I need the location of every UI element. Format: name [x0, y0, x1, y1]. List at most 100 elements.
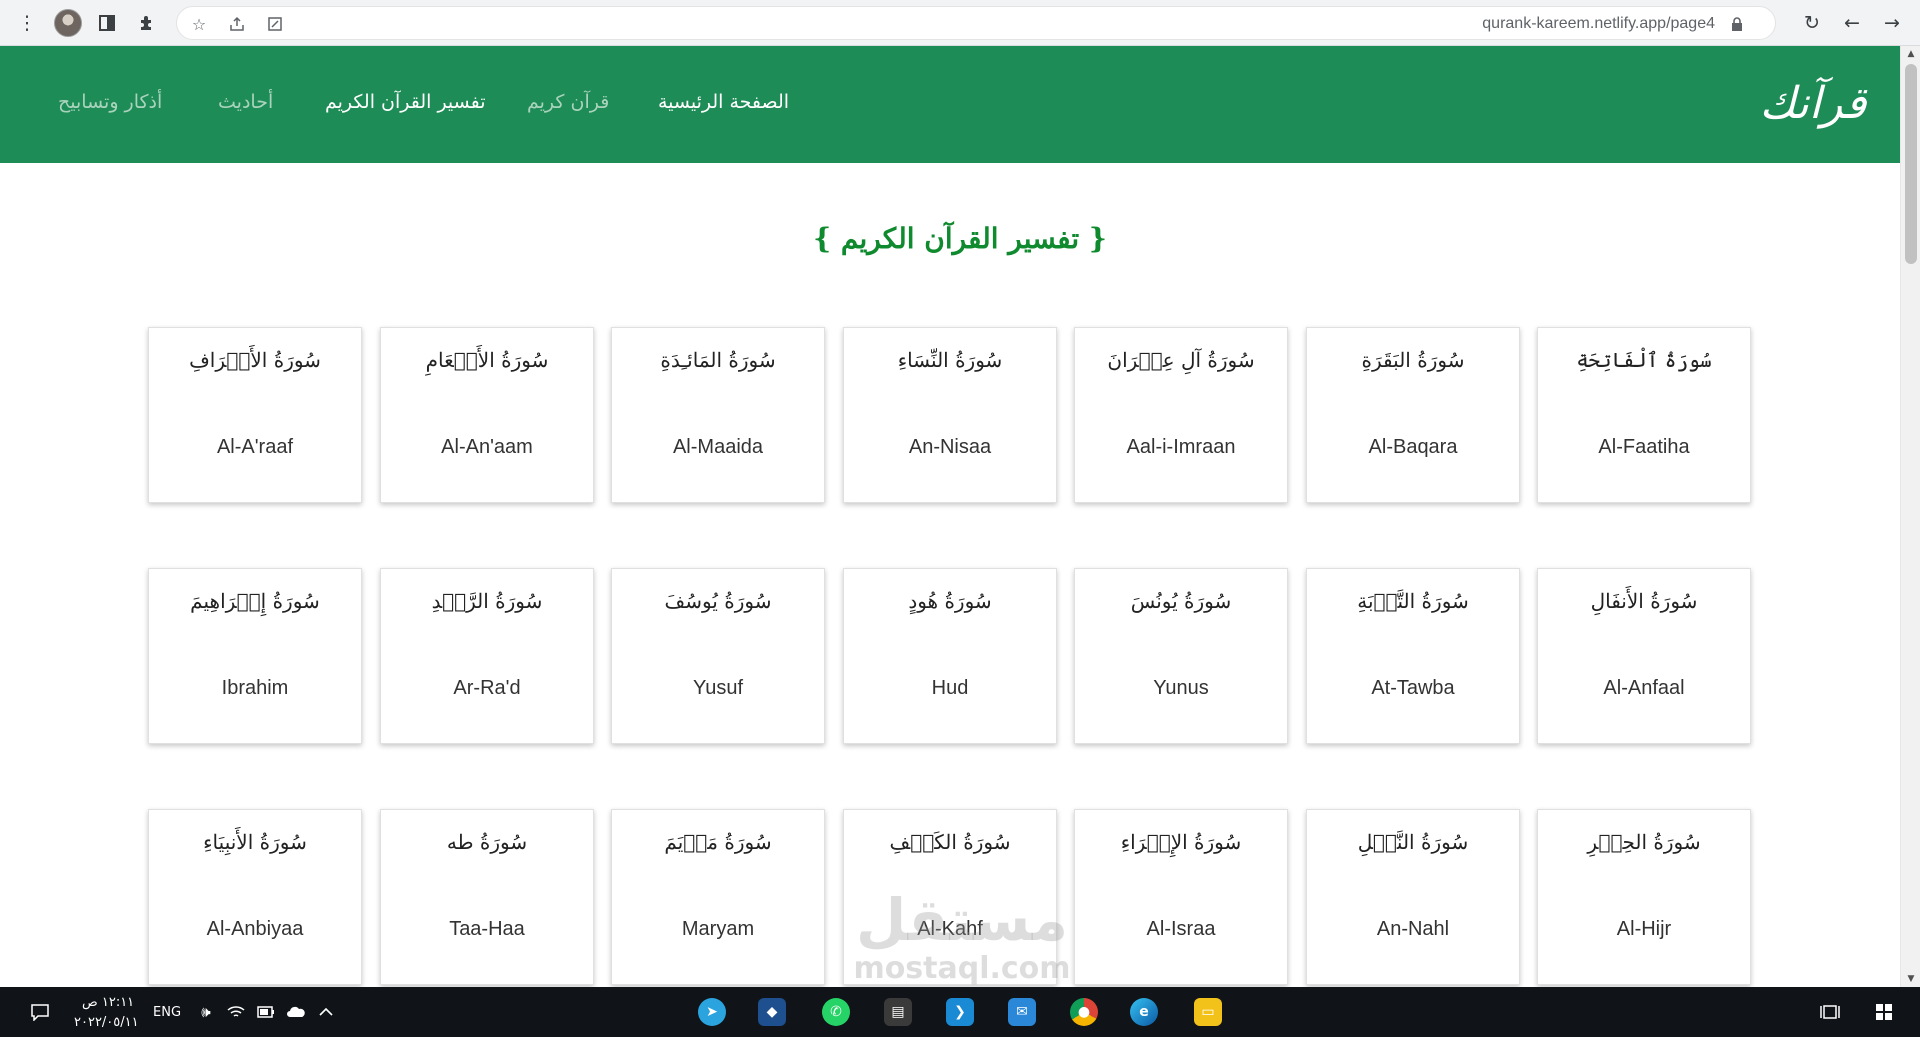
back-icon[interactable]: ← — [1838, 9, 1866, 37]
nav-tafsir[interactable]: تفسير القرآن الكريم — [325, 91, 486, 113]
surah-card[interactable]: سُورَةُ الرَّعۡدِ Ar-Ra'd — [380, 568, 594, 744]
scroll-thumb[interactable] — [1905, 64, 1917, 264]
forward-icon[interactable]: → — [1878, 9, 1906, 37]
chrome-icon[interactable]: ● — [1070, 998, 1098, 1026]
surah-english-name: Taa-Haa — [449, 918, 525, 940]
vscode-icon[interactable]: ❯ — [946, 998, 974, 1026]
surah-card[interactable]: سُورَةُ هُودٍ Hud — [843, 568, 1057, 744]
surah-card[interactable]: سُورَةُ يُوسُفَ Yusuf — [611, 568, 825, 744]
surah-card[interactable]: سُورَةُ إِبۡرَاهِيمَ Ibrahim — [148, 568, 362, 744]
page-title: { تفسير القرآن الكريم } — [813, 222, 1107, 255]
surah-english-name: At-Tawba — [1371, 677, 1455, 699]
windows-start-icon[interactable] — [1868, 996, 1900, 1028]
nav-hadith[interactable]: أحاديث — [218, 91, 273, 113]
onedrive-icon[interactable] — [280, 996, 312, 1028]
nav-azkar[interactable]: أذكار وتسابيح — [58, 91, 162, 113]
surah-card[interactable]: سُورَةُ التَّوۡبَةِ At-Tawba — [1306, 568, 1520, 744]
surah-english-name: Al-Baqara — [1368, 436, 1458, 458]
surah-arabic-name: سُورَةُ يُوسُفَ — [664, 589, 772, 613]
page-scrollbar[interactable]: ▲ ▼ — [1900, 46, 1920, 987]
surah-card[interactable]: سُورَةُ النِّسَاءِ An-Nisaa — [843, 327, 1057, 503]
taskbar-date[interactable]: ٢٠٢٢/٠٥/١١ — [74, 1015, 139, 1030]
edge-icon[interactable]: e — [1130, 998, 1158, 1026]
surah-arabic-name: سُورَةُ التَّوۡبَةِ — [1357, 589, 1469, 613]
virtualbox-icon[interactable]: ◆ — [758, 998, 786, 1026]
nav-quran[interactable]: قرآن كريم — [527, 91, 609, 113]
address-bar[interactable]: ☆ qurank-kareem.netlify.app/page4 — [176, 6, 1776, 40]
surah-card[interactable]: سُورَةُ الأَنۡعَامِ Al-An'aam — [380, 327, 594, 503]
battery-icon[interactable] — [250, 996, 282, 1028]
surah-card[interactable]: سُورَةُ الإِسۡرَاءِ Al-Israa — [1074, 809, 1288, 985]
surah-card[interactable]: سُورَةُ الأَعۡرَافِ Al-A'raaf — [148, 327, 362, 503]
notes-icon[interactable]: ▤ — [884, 998, 912, 1026]
bookmark-star-icon[interactable]: ☆ — [185, 10, 213, 38]
taskbar-time[interactable]: ١٢:١١ ص — [82, 995, 134, 1010]
profile-avatar[interactable] — [54, 9, 82, 37]
lock-icon[interactable] — [1723, 10, 1751, 38]
surah-arabic-name: سُورَةُ الكَهۡفِ — [889, 830, 1011, 854]
site-logo[interactable]: قرآنك — [1758, 64, 1868, 144]
surah-arabic-name: سُورَةُ النِّسَاءِ — [897, 348, 1003, 372]
file-explorer-icon[interactable]: ▭ — [1194, 998, 1222, 1026]
surah-arabic-name: سُورَةُ البَقَرَةِ — [1361, 348, 1465, 372]
nav-home[interactable]: الصفحة الرئيسية — [658, 91, 789, 113]
surah-card[interactable]: سُورَةُ النَّحۡلِ An-Nahl — [1306, 809, 1520, 985]
site-navbar: قرآنك الصفحة الرئيسية قرآن كريم تفسير ال… — [0, 46, 1900, 163]
scroll-up-icon[interactable]: ▲ — [1901, 46, 1920, 62]
whatsapp-icon[interactable]: ✆ — [822, 998, 850, 1026]
url-text[interactable]: qurank-kareem.netlify.app/page4 — [1482, 15, 1715, 33]
surah-card[interactable]: سُورَةُ مَرۡيَمَ Maryam — [611, 809, 825, 985]
reload-icon[interactable]: ↻ — [1798, 9, 1826, 37]
surah-english-name: Al-Maaida — [672, 436, 764, 458]
surah-arabic-name: سُورَةُ هُودٍ — [908, 589, 992, 613]
surah-arabic-name: سُورَةُ الأَنۡعَامِ — [425, 348, 549, 372]
mail-icon[interactable]: ✉ — [1008, 998, 1036, 1026]
surah-arabic-name: سُورَةُ الأَنبِيَاءِ — [203, 830, 307, 854]
surah-english-name: Al-Anbiyaa — [206, 918, 304, 940]
surah-english-name: Aal-i-Imraan — [1126, 436, 1236, 458]
extensions-icon[interactable] — [133, 9, 161, 37]
surah-card[interactable]: سُورَةُ الأَنبِيَاءِ Al-Anbiyaa — [148, 809, 362, 985]
surah-card[interactable]: سُورَةُ الحِجۡرِ Al-Hijr — [1537, 809, 1751, 985]
sidebar-icon[interactable] — [93, 9, 121, 37]
menu-dots-icon[interactable]: ⋮ — [13, 9, 41, 37]
scroll-down-icon[interactable]: ▼ — [1901, 971, 1920, 987]
surah-arabic-name: سُورَةُ الأَعۡرَافِ — [189, 348, 321, 372]
surah-card[interactable]: سُورَةُ ٱلْفَاتِحَةِ Al-Faatiha — [1537, 327, 1751, 503]
surah-card[interactable]: سُورَةُ البَقَرَةِ Al-Baqara — [1306, 327, 1520, 503]
surah-english-name: Al-A'raaf — [216, 436, 294, 458]
surah-card[interactable]: سُورَةُ المَائـِدَةِ Al-Maaida — [611, 327, 825, 503]
surah-card[interactable]: سُورَةُ طه Taa-Haa — [380, 809, 594, 985]
surah-card[interactable]: سُورَةُ الأَنفَالِ Al-Anfaal — [1537, 568, 1751, 744]
surah-english-name: An-Nisaa — [908, 436, 992, 458]
surah-english-name: Al-An'aam — [441, 436, 533, 458]
surah-arabic-name: سُورَةُ طه — [446, 830, 528, 854]
wifi-icon[interactable] — [220, 996, 252, 1028]
screenshot-icon[interactable] — [261, 10, 289, 38]
notification-icon[interactable] — [24, 996, 56, 1028]
language-indicator[interactable]: ENG — [153, 1005, 181, 1020]
chevron-up-icon[interactable] — [310, 996, 342, 1028]
surah-arabic-name: سُورَةُ إِبۡرَاهِيمَ — [190, 589, 320, 613]
surah-english-name: Hud — [931, 677, 969, 699]
surah-arabic-name: سُورَةُ يُونُسَ — [1130, 589, 1232, 613]
share-icon[interactable] — [223, 10, 251, 38]
surah-english-name: Yusuf — [692, 677, 744, 699]
surah-card[interactable]: سُورَةُ يُونُسَ Yunus — [1074, 568, 1288, 744]
surah-english-name: Al-Anfaal — [1603, 677, 1685, 699]
volume-icon[interactable]: 🕪 — [190, 996, 222, 1028]
task-view-icon[interactable] — [1814, 996, 1846, 1028]
surah-card[interactable]: سُورَةُ الكَهۡفِ Al-Kahf — [843, 809, 1057, 985]
telegram-icon[interactable]: ➤ — [698, 998, 726, 1026]
surah-arabic-name: سُورَةُ آلِ عِمۡرَانَ — [1107, 348, 1255, 372]
surah-english-name: An-Nahl — [1376, 918, 1450, 940]
surah-english-name: Maryam — [681, 918, 755, 940]
browser-toolbar: ⋮ ☆ qurank-kareem.netlify.app/page4 ↻ ← … — [0, 0, 1920, 46]
surah-arabic-name: سُورَةُ ٱلْفَاتِحَةِ — [1576, 348, 1712, 372]
surah-english-name: Ibrahim — [221, 677, 289, 699]
surah-english-name: Al-Hijr — [1616, 918, 1672, 940]
surah-card[interactable]: سُورَةُ آلِ عِمۡرَانَ Aal-i-Imraan — [1074, 327, 1288, 503]
surah-english-name: Al-Israa — [1146, 918, 1216, 940]
surah-english-name: Al-Faatiha — [1598, 436, 1690, 458]
surah-english-name: Al-Kahf — [917, 918, 983, 940]
